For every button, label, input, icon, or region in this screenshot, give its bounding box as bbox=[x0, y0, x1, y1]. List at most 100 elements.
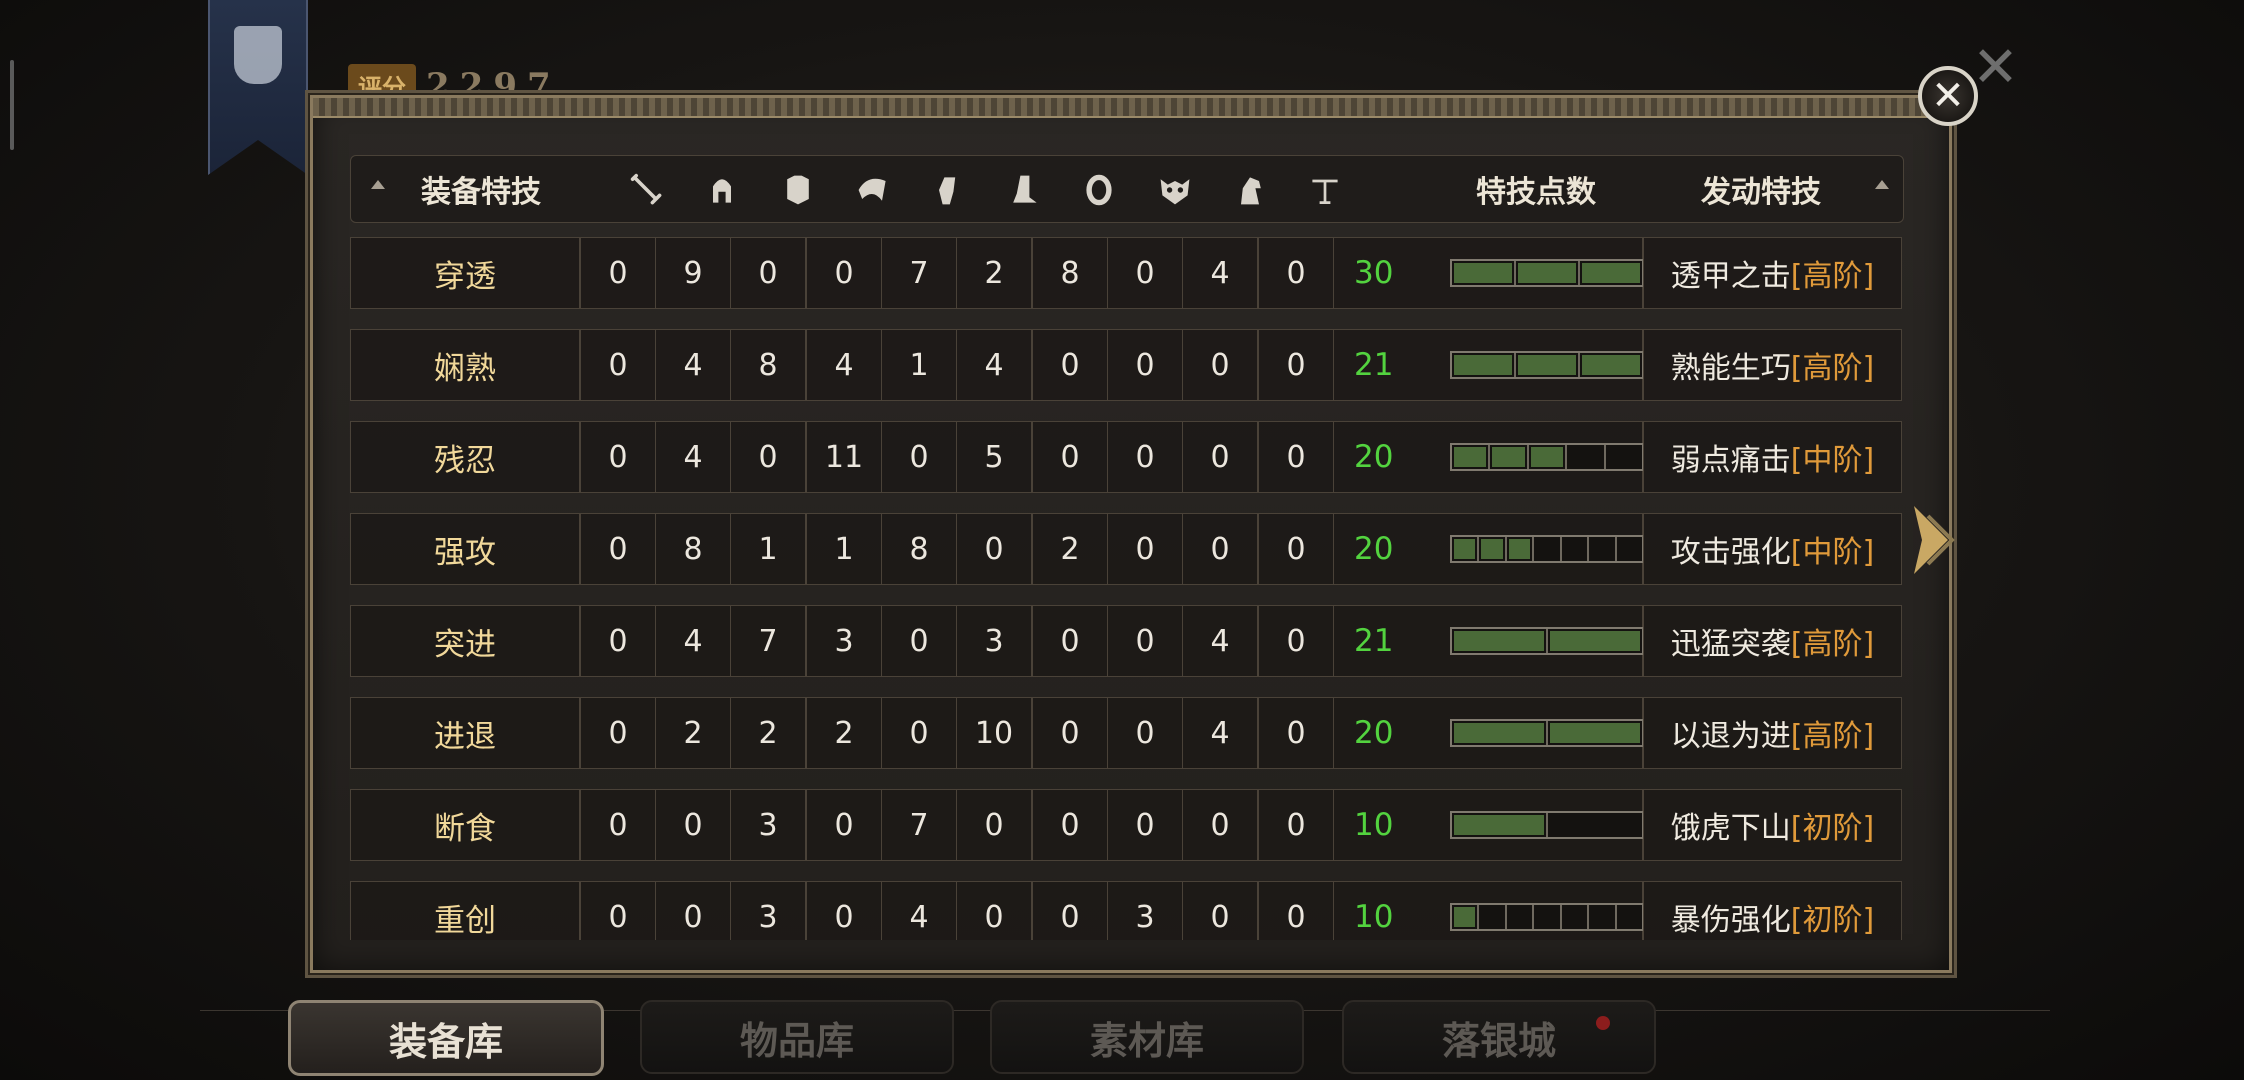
progress-segment bbox=[1580, 353, 1642, 377]
sort-up-icon[interactable] bbox=[371, 180, 385, 189]
active-skill-tier: [高阶] bbox=[1790, 719, 1875, 754]
slot-value: 0 bbox=[1258, 329, 1334, 401]
slot-value: 0 bbox=[1258, 789, 1334, 861]
slot-value: 1 bbox=[730, 513, 806, 585]
background-close-icon[interactable]: ✕ bbox=[1972, 40, 2019, 96]
skill-progress-bar bbox=[1450, 719, 1644, 747]
boots-icon bbox=[1004, 170, 1044, 210]
table-row[interactable]: 强攻 0 8 1 1 8 0 2 0 0 0 20 攻击强化 [中阶] bbox=[350, 513, 1902, 587]
guild-banner bbox=[208, 0, 308, 175]
slot-value: 2 bbox=[956, 237, 1032, 309]
slot-value: 7 bbox=[730, 605, 806, 677]
accessory-icon bbox=[1305, 170, 1345, 210]
slot-value: 0 bbox=[881, 605, 957, 677]
active-skill-name: 透甲之击 bbox=[1670, 259, 1791, 294]
active-skill: 透甲之击 [高阶] bbox=[1643, 237, 1902, 309]
slot-value: 2 bbox=[655, 697, 731, 769]
table-row[interactable]: 娴熟 0 4 8 4 1 4 0 0 0 0 21 熟能生巧 [高阶] bbox=[350, 329, 1902, 403]
slot-value: 0 bbox=[806, 789, 882, 861]
slot-value: 0 bbox=[580, 881, 656, 940]
slot-value: 0 bbox=[580, 421, 656, 493]
slot-value: 0 bbox=[1107, 237, 1183, 309]
progress-segment bbox=[1490, 445, 1529, 469]
slot-value: 3 bbox=[956, 605, 1032, 677]
slot-value: 2 bbox=[806, 697, 882, 769]
skill-points-value: 21 bbox=[1354, 347, 1394, 383]
slot-value: 0 bbox=[655, 881, 731, 940]
tab-1[interactable]: 物品库 bbox=[640, 1000, 954, 1074]
close-icon: ✕ bbox=[1931, 73, 1965, 119]
slot-value: 0 bbox=[580, 697, 656, 769]
sort-down-icon[interactable] bbox=[1875, 180, 1889, 189]
progress-segment bbox=[1589, 537, 1617, 561]
table-row[interactable]: 断食 0 0 3 0 7 0 0 0 0 0 10 饿虎下山 [初阶] bbox=[350, 789, 1902, 863]
slot-value: 4 bbox=[1182, 697, 1258, 769]
progress-segment bbox=[1452, 721, 1548, 745]
progress-segment bbox=[1452, 445, 1491, 469]
slot-value: 4 bbox=[806, 329, 882, 401]
armor-icon bbox=[778, 170, 818, 210]
tab-label: 落银城 bbox=[1441, 1017, 1556, 1063]
slot-value: 0 bbox=[1258, 237, 1334, 309]
skill-name: 进退 bbox=[350, 697, 580, 769]
table-row[interactable]: 穿透 0 9 0 0 7 2 8 0 4 0 30 透甲之击 [高阶] bbox=[350, 237, 1902, 311]
slot-value: 0 bbox=[655, 789, 731, 861]
slot-value: 0 bbox=[1107, 421, 1183, 493]
active-skill-tier: [初阶] bbox=[1790, 903, 1875, 938]
slot-value: 0 bbox=[956, 881, 1032, 940]
slot-value: 3 bbox=[730, 789, 806, 861]
progress-segment bbox=[1562, 905, 1590, 929]
active-skill: 熟能生巧 [高阶] bbox=[1643, 329, 1902, 401]
active-skill-name: 攻击强化 bbox=[1670, 535, 1791, 570]
slot-value: 0 bbox=[730, 421, 806, 493]
skill-name: 断食 bbox=[350, 789, 580, 861]
slot-value: 0 bbox=[1182, 881, 1258, 940]
shoulder-icon bbox=[853, 170, 893, 210]
table-row[interactable]: 重创 0 0 3 0 4 0 0 3 0 0 10 暴伤强化 [初阶] bbox=[350, 881, 1902, 940]
tab-2[interactable]: 素材库 bbox=[990, 1000, 1304, 1074]
active-skill: 迅猛突袭 [高阶] bbox=[1643, 605, 1902, 677]
slot-value: 8 bbox=[881, 513, 957, 585]
progress-segment bbox=[1452, 353, 1516, 377]
active-skill-name: 暴伤强化 bbox=[1670, 903, 1791, 938]
slot-value: 8 bbox=[730, 329, 806, 401]
slot-value: 0 bbox=[580, 237, 656, 309]
ring-icon bbox=[1079, 170, 1119, 210]
slot-value: 0 bbox=[1032, 881, 1108, 940]
skill-name: 娴熟 bbox=[350, 329, 580, 401]
slot-value: 0 bbox=[1107, 697, 1183, 769]
active-skill-tier: [高阶] bbox=[1790, 627, 1875, 662]
slot-value: 4 bbox=[881, 881, 957, 940]
table-row[interactable]: 残忍 0 4 0 11 0 5 0 0 0 0 20 弱点痛击 [中阶] bbox=[350, 421, 1902, 495]
skill-points-value: 10 bbox=[1354, 899, 1394, 935]
skill-points-value: 20 bbox=[1354, 531, 1394, 567]
slot-value: 7 bbox=[881, 237, 957, 309]
side-scroll-indicator bbox=[10, 60, 14, 150]
skill-points-value: 30 bbox=[1354, 255, 1394, 291]
next-page-arrow-icon[interactable] bbox=[1908, 500, 1958, 580]
slot-value: 0 bbox=[1258, 513, 1334, 585]
progress-segment bbox=[1452, 629, 1548, 653]
slot-value: 0 bbox=[1107, 329, 1183, 401]
tab-0[interactable]: 装备库 bbox=[288, 1000, 604, 1076]
header-active-skill: 发动特技 bbox=[1701, 175, 1821, 210]
tab-3[interactable]: 落银城 bbox=[1342, 1000, 1656, 1074]
sword-icon bbox=[627, 170, 667, 210]
active-skill-name: 弱点痛击 bbox=[1670, 443, 1791, 478]
close-button[interactable]: ✕ bbox=[1918, 66, 1978, 126]
slot-value: 8 bbox=[1032, 237, 1108, 309]
skill-table[interactable]: 穿透 0 9 0 0 7 2 8 0 4 0 30 透甲之击 [高阶] 娴熟 0 4 8 4 1 4 0 0 0 0 21 熟能生巧… bbox=[350, 237, 1902, 940]
progress-segment bbox=[1452, 261, 1516, 285]
slot-value: 0 bbox=[1182, 513, 1258, 585]
active-skill-tier: [初阶] bbox=[1790, 811, 1875, 846]
table-row[interactable]: 突进 0 4 7 3 0 3 0 0 4 0 21 迅猛突袭 [高阶] bbox=[350, 605, 1902, 679]
slot-value: 0 bbox=[1258, 421, 1334, 493]
table-row[interactable]: 进退 0 2 2 2 0 10 0 0 4 0 20 以退为进 [高阶] bbox=[350, 697, 1902, 771]
slot-value: 0 bbox=[1032, 329, 1108, 401]
slot-value: 0 bbox=[580, 605, 656, 677]
skill-name: 突进 bbox=[350, 605, 580, 677]
slot-value: 0 bbox=[1182, 789, 1258, 861]
header-points: 特技点数 bbox=[1476, 175, 1596, 210]
active-skill-name: 饿虎下山 bbox=[1670, 811, 1791, 846]
tab-label: 装备库 bbox=[388, 1018, 503, 1064]
